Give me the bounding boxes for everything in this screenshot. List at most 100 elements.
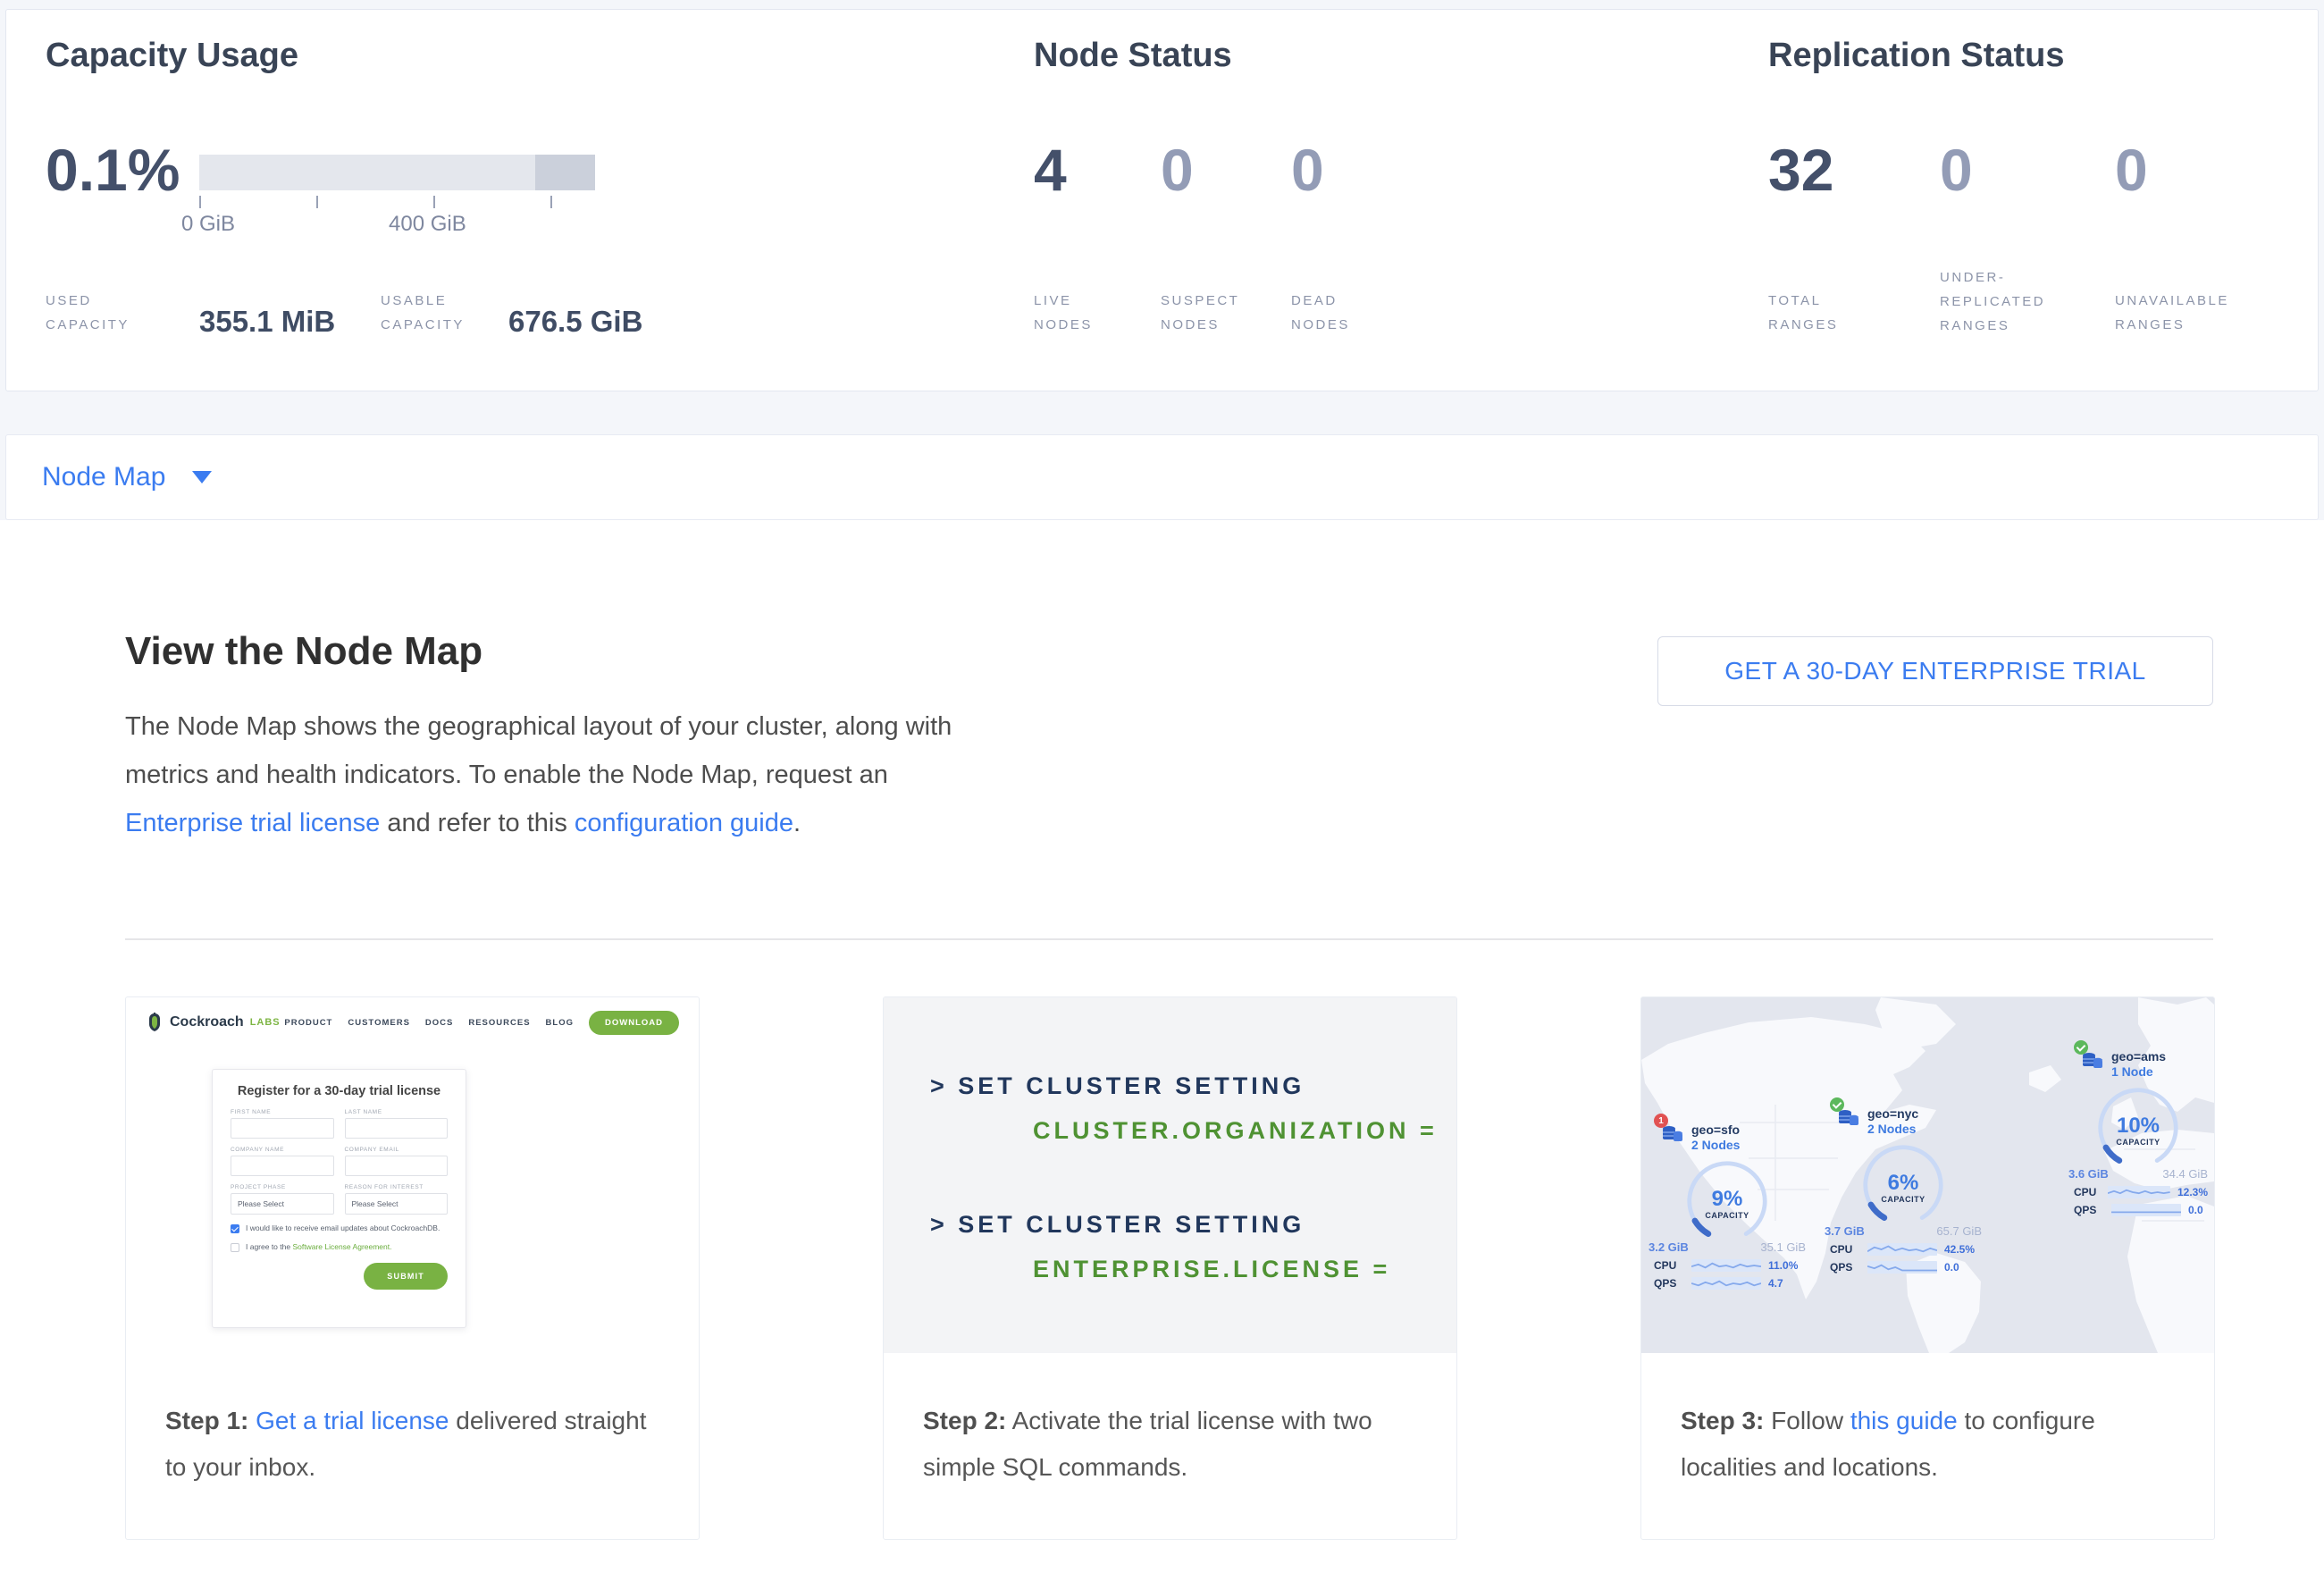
page-title: View the Node Map (125, 629, 482, 674)
cluster-header: 1 geo=sfo 2 Nodes (1661, 1122, 1806, 1153)
step3-caption: Step 3: Follow this guide to configure l… (1681, 1398, 2182, 1491)
trial-site-nav: PRODUCT CUSTOMERS DOCS RESOURCES BLOG DO… (284, 1011, 679, 1035)
total-ranges-value: 32 (1768, 140, 1833, 199)
license-agreement-checkbox[interactable] (231, 1243, 239, 1252)
license-agreement-row: I agree to the Software License Agreemen… (231, 1242, 448, 1252)
qps-sparkline (1867, 1261, 1937, 1274)
cpu-row: CPU 12.3% (2068, 1186, 2208, 1198)
healthy-badge (2074, 1040, 2088, 1055)
ring-center: 10% CAPACITY (2095, 1085, 2181, 1171)
site-nav-docs[interactable]: DOCS (425, 1018, 453, 1028)
under-replicated-label: UNDER-REPLICATED RANGES (1940, 265, 2083, 338)
company-name-input[interactable] (231, 1156, 334, 1176)
step2-caption: Step 2: Activate the trial license with … (923, 1398, 1424, 1491)
last-name-input[interactable] (345, 1118, 449, 1139)
capacity-word: CAPACITY (2116, 1138, 2160, 1147)
cluster-node-count: 2 Nodes (1867, 1122, 1918, 1137)
cpu-sparkline (1691, 1259, 1761, 1272)
step3-pre: Follow (1764, 1407, 1850, 1434)
qps-value: 4.7 (1768, 1277, 1783, 1290)
summary-panel: Capacity Usage 0.1% 0 GiB 400 GiB USED C… (5, 9, 2319, 391)
agreement-pre-text: I agree to the (246, 1242, 292, 1251)
submit-button[interactable]: SUBMIT (364, 1263, 448, 1290)
get-enterprise-trial-button[interactable]: GET A 30-DAY ENTERPRISE TRIAL (1657, 636, 2213, 706)
cluster-name: geo=nyc (1867, 1106, 1918, 1122)
intro-text: . (793, 809, 801, 837)
step3-label: Step 3: (1681, 1407, 1764, 1434)
node-map-dropdown-label: Node Map (42, 462, 165, 492)
cluster-node-count: 2 Nodes (1691, 1138, 1740, 1153)
site-nav-customers[interactable]: CUSTOMERS (348, 1018, 410, 1028)
cluster-header: geo=nyc 2 Nodes (1837, 1106, 1982, 1137)
this-guide-link[interactable]: this guide (1850, 1407, 1958, 1434)
node-map-dropdown[interactable]: Node Map (5, 434, 2319, 520)
under-replicated-value: 0 (1940, 140, 1973, 199)
ring-center: 9% CAPACITY (1684, 1158, 1770, 1244)
replication-status-title: Replication Status (1768, 37, 2065, 75)
qps-label: QPS (2074, 1204, 2104, 1216)
qps-label: QPS (1654, 1277, 1684, 1290)
capacity-ring: 6% CAPACITY (1860, 1142, 1946, 1228)
usable-capacity-label: USABLE CAPACITY (381, 289, 501, 337)
map-cluster-ams: geo=ams 1 Node 10% CAPACITY (2068, 1049, 2208, 1216)
email-updates-checkbox[interactable] (231, 1224, 239, 1233)
capacity-word: CAPACITY (1881, 1195, 1925, 1204)
qps-value: 0.0 (1944, 1261, 1959, 1274)
project-phase-label: PROJECT PHASE (231, 1184, 334, 1190)
unavailable-label: UNAVAILABLE RANGES (2115, 289, 2276, 337)
intro-text: The Node Map shows the geographical layo… (125, 712, 952, 789)
email-updates-text: I would like to receive email updates ab… (246, 1223, 440, 1232)
node-status-title: Node Status (1034, 37, 1232, 75)
usable-capacity-value: 676.5 GiB (508, 305, 642, 339)
map-cluster-nyc: geo=nyc 2 Nodes 6% CAPACITY (1825, 1106, 1982, 1274)
step2-label: Step 2: (923, 1407, 1006, 1434)
sql-command-line: > SET CLUSTER SETTING (930, 1064, 1456, 1108)
select-value: Please Select (238, 1199, 284, 1208)
cpu-label: CPU (1830, 1243, 1860, 1256)
suspect-nodes-value: 0 (1161, 140, 1194, 199)
project-phase-select[interactable]: Please Select (231, 1193, 334, 1215)
capacity-tick-label-400: 400 GiB (389, 212, 466, 237)
download-button[interactable]: DOWNLOAD (589, 1011, 679, 1035)
site-nav-blog[interactable]: BLOG (546, 1018, 574, 1028)
form-field: COMPANY EMAIL (345, 1147, 449, 1176)
form-field: REASON FOR INTEREST Please Select (345, 1184, 449, 1215)
step1-card: Cockroach LABS PRODUCT CUSTOMERS DOCS RE… (125, 996, 700, 1540)
capacity-bar (199, 155, 595, 190)
sql-setting-line: CLUSTER.ORGANIZATION = (930, 1108, 1456, 1153)
error-count-badge: 1 (1654, 1114, 1668, 1128)
last-name-label: LAST NAME (345, 1109, 449, 1115)
company-email-input[interactable] (345, 1156, 449, 1176)
get-trial-license-link[interactable]: Get a trial license (256, 1407, 449, 1434)
cluster-title: geo=ams 1 Node (2111, 1049, 2166, 1080)
cluster-name: geo=sfo (1691, 1122, 1740, 1138)
used-capacity-value: 355.1 MiB (199, 305, 335, 339)
reason-for-interest-select[interactable]: Please Select (345, 1193, 449, 1215)
step3-card: 1 geo=sfo 2 Nodes 9% CAPACITY (1640, 996, 2215, 1540)
map-cluster-sfo: 1 geo=sfo 2 Nodes 9% CAPACITY (1649, 1122, 1806, 1290)
qps-row: QPS 0.0 (1825, 1261, 1982, 1274)
reason-for-interest-label: REASON FOR INTEREST (345, 1184, 449, 1190)
form-fields: FIRST NAME LAST NAME COMPANY NAME COMPAN… (231, 1109, 448, 1215)
configuration-guide-link[interactable]: configuration guide (575, 809, 793, 837)
company-email-label: COMPANY EMAIL (345, 1147, 449, 1153)
software-license-agreement-link[interactable]: Software License Agreement. (292, 1242, 391, 1251)
capacity-ring: 10% CAPACITY (2095, 1085, 2181, 1171)
first-name-input[interactable] (231, 1118, 334, 1139)
capacity-percent: 0.1% (46, 140, 180, 199)
form-field: LAST NAME (345, 1109, 449, 1139)
capacity-usage-title: Capacity Usage (46, 37, 298, 75)
qps-value: 0.0 (2188, 1204, 2203, 1216)
sql-terminal-panel: > SET CLUSTER SETTING CLUSTER.ORGANIZATI… (884, 997, 1456, 1353)
form-field: COMPANY NAME (231, 1147, 334, 1176)
enterprise-trial-license-link[interactable]: Enterprise trial license (125, 809, 380, 837)
trial-site-header: Cockroach LABS PRODUCT CUSTOMERS DOCS RE… (126, 997, 699, 1047)
capacity-percent: 10% (2117, 1114, 2160, 1138)
capacity-tick (199, 196, 201, 208)
site-nav-resources[interactable]: RESOURCES (468, 1018, 530, 1028)
cpu-sparkline (1867, 1243, 1937, 1256)
cluster-title: geo=sfo 2 Nodes (1691, 1122, 1740, 1153)
live-nodes-value: 4 (1034, 140, 1067, 199)
qps-row: QPS 0.0 (2068, 1204, 2208, 1216)
site-nav-product[interactable]: PRODUCT (284, 1018, 332, 1028)
